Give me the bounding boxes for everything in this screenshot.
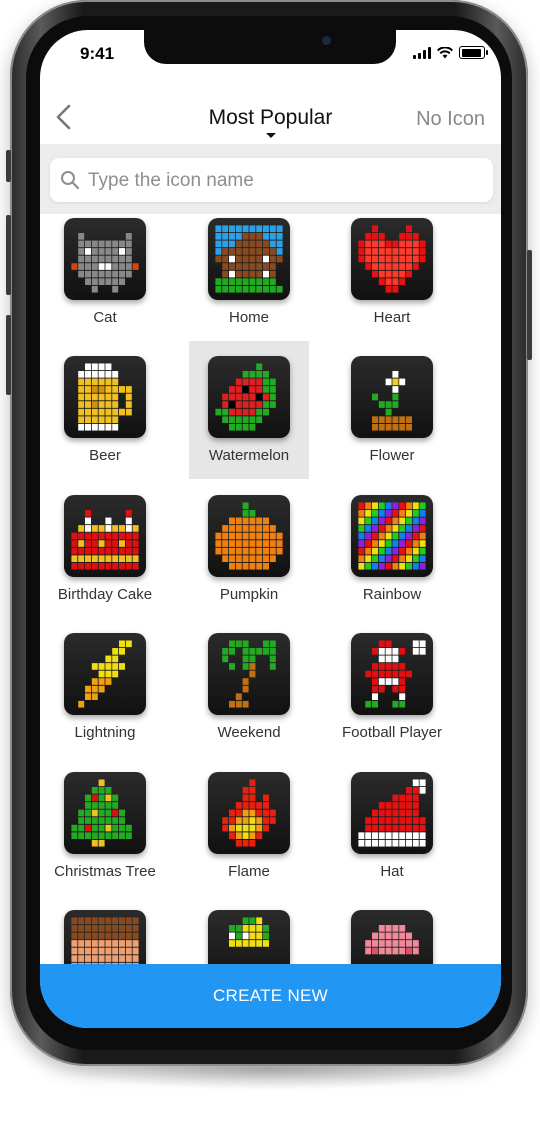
- wifi-icon: [437, 46, 453, 58]
- pumpkin-pixel-icon: [208, 495, 290, 577]
- battery-icon: [459, 46, 488, 59]
- lightning-pixel-icon: [64, 633, 146, 715]
- icon-label: Home: [228, 309, 269, 326]
- notch: [144, 30, 396, 64]
- search-input[interactable]: [86, 158, 483, 204]
- icon-label: Pumpkin: [219, 586, 279, 603]
- cellular-signal-icon: [413, 46, 431, 59]
- icon-cell[interactable]: Christmas Tree: [45, 757, 165, 895]
- icon-cell[interactable]: Flower: [332, 341, 452, 479]
- icon-cell[interactable]: Rainbow: [332, 480, 452, 618]
- icon-cell[interactable]: Weekend: [189, 618, 309, 756]
- icon-label: Flower: [369, 447, 415, 464]
- icon-cell[interactable]: Pumpkin: [189, 480, 309, 618]
- hat-pixel-icon: [351, 772, 433, 854]
- create-new-button[interactable]: CREATE NEW: [40, 964, 501, 1028]
- beer-pixel-icon: [64, 356, 146, 438]
- volume-down-button: [6, 315, 11, 395]
- search-box: [50, 158, 493, 204]
- icon-cell[interactable]: Heart: [332, 216, 452, 341]
- character-pixel-icon: [208, 910, 290, 966]
- icon-cell[interactable]: [189, 895, 309, 966]
- icon-cell[interactable]: Home: [189, 216, 309, 341]
- pink-pixel-icon: [351, 910, 433, 966]
- football-player-pixel-icon: [351, 633, 433, 715]
- icon-cell[interactable]: Cat: [45, 216, 165, 341]
- cake-pixel-icon: [64, 495, 146, 577]
- mute-switch: [6, 150, 11, 182]
- flame-pixel-icon: [208, 772, 290, 854]
- icon-cell[interactable]: Beer: [45, 341, 165, 479]
- icon-label: Beer: [89, 447, 121, 464]
- icon-grid: Cat Home Heart Beer Watermelon Flower Birthday…: [40, 216, 501, 966]
- icon-cell[interactable]: Birthday Cake: [45, 480, 165, 618]
- search-icon: [61, 171, 80, 190]
- icon-label: Rainbow: [362, 586, 422, 603]
- icon-cell[interactable]: Lightning: [45, 618, 165, 756]
- caret-down-icon[interactable]: [266, 133, 276, 138]
- icon-label: Football Player: [341, 724, 443, 741]
- no-icon-button[interactable]: No Icon: [416, 108, 485, 131]
- icon-label: Weekend: [217, 724, 281, 741]
- face-pixel-icon: [64, 910, 146, 966]
- home-pixel-icon: [208, 218, 290, 300]
- status-icons: [413, 46, 488, 59]
- icon-cell[interactable]: Watermelon: [189, 341, 309, 479]
- watermelon-pixel-icon: [208, 356, 290, 438]
- icon-label: Cat: [93, 309, 117, 326]
- christmas-tree-pixel-icon: [64, 772, 146, 854]
- icon-cell[interactable]: Flame: [189, 757, 309, 895]
- status-time: 9:41: [80, 44, 115, 63]
- icon-cell[interactable]: [45, 895, 165, 966]
- icon-cell[interactable]: [332, 895, 452, 966]
- flower-pixel-icon: [351, 356, 433, 438]
- cat-pixel-icon: [64, 218, 146, 300]
- front-camera: [322, 36, 331, 45]
- nav-bar: Most Popular No Icon: [40, 92, 501, 144]
- palm-pixel-icon: [208, 633, 290, 715]
- icon-label: Flame: [228, 863, 270, 880]
- search-bar-container: [40, 144, 501, 214]
- icon-label: Heart: [373, 309, 411, 326]
- icon-cell[interactable]: Football Player: [332, 618, 452, 756]
- icon-label: Lightning: [74, 724, 136, 741]
- power-button: [527, 250, 532, 360]
- rainbow-pixel-icon: [351, 495, 433, 577]
- icon-label: Watermelon: [208, 447, 290, 464]
- heart-pixel-icon: [351, 218, 433, 300]
- icon-label: Hat: [380, 863, 404, 880]
- icon-label: Christmas Tree: [54, 863, 156, 880]
- app-screen: 9:41 Most Popular No Icon Type the icon …: [40, 30, 501, 1028]
- icon-label: Birthday Cake: [57, 586, 153, 603]
- icon-cell[interactable]: Hat: [332, 757, 452, 895]
- volume-up-button: [6, 215, 11, 295]
